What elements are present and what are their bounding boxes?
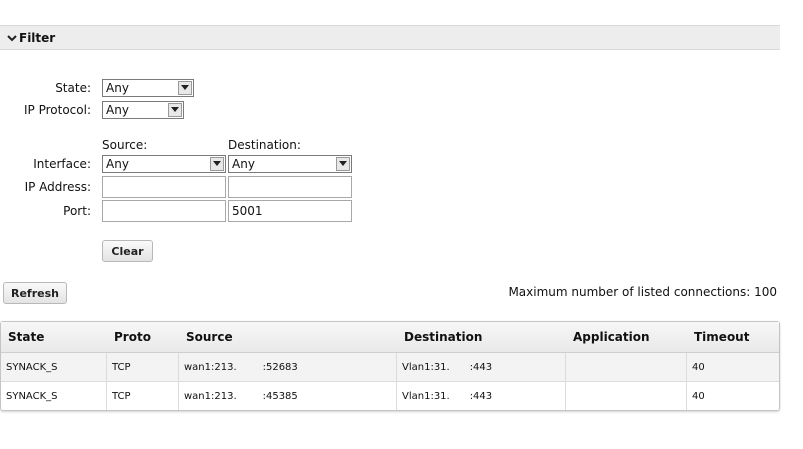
column-header-state[interactable]: State — [1, 322, 107, 352]
column-header-proto[interactable]: Proto — [107, 322, 179, 352]
source-port-input[interactable] — [102, 200, 226, 222]
column-header-application[interactable]: Application — [566, 322, 687, 352]
cell-source: wan1:213. :45385 — [179, 382, 397, 410]
dropdown-arrow-icon — [336, 157, 350, 171]
cell-timeout: 40 — [692, 390, 705, 402]
source-column-heading: Source: — [102, 138, 148, 152]
interface-label: Interface: — [33, 157, 91, 171]
cell-source: wan1:213. :52683 — [179, 353, 397, 381]
table-row[interactable]: SYNACK_S TCP wan1:213. :45385 Vlan1:31. … — [1, 382, 779, 410]
cell-proto: TCP — [107, 382, 179, 410]
source-ip-input[interactable] — [102, 176, 226, 198]
clear-button[interactable]: Clear — [102, 240, 153, 262]
cell-timeout: 40 — [692, 361, 705, 373]
table-header-row: State Proto Source Destination Applicati… — [1, 322, 779, 353]
table-row[interactable]: SYNACK_S TCP wan1:213. :52683 Vlan1:31. … — [1, 353, 779, 382]
cell-application — [566, 382, 687, 410]
dropdown-arrow-icon — [178, 81, 192, 95]
filter-title: Filter — [19, 30, 56, 45]
ip-protocol-select[interactable]: Any — [102, 101, 184, 119]
port-label: Port: — [63, 204, 91, 218]
cell-proto: TCP — [107, 353, 179, 381]
destination-interface-value: Any — [232, 157, 255, 171]
column-header-timeout[interactable]: Timeout — [687, 322, 779, 352]
state-select[interactable]: Any — [102, 79, 194, 97]
state-select-value: Any — [106, 81, 129, 95]
destination-interface-select[interactable]: Any — [228, 155, 352, 173]
dropdown-arrow-icon — [168, 103, 182, 117]
cell-state: SYNACK_S — [1, 382, 107, 410]
refresh-button[interactable]: Refresh — [3, 282, 67, 304]
ip-protocol-label: IP Protocol: — [24, 103, 91, 117]
chevron-down-icon — [7, 34, 17, 41]
connections-table: State Proto Source Destination Applicati… — [0, 321, 780, 411]
max-connections-note: Maximum number of listed connections: 10… — [508, 285, 777, 299]
destination-port-input[interactable]: 5001 — [228, 200, 352, 222]
cell-destination: Vlan1:31. :443 — [397, 382, 566, 410]
source-interface-select[interactable]: Any — [102, 155, 226, 173]
cell-application — [566, 353, 687, 381]
dropdown-arrow-icon — [210, 157, 224, 171]
filter-section-header[interactable]: Filter — [0, 25, 780, 50]
source-interface-value: Any — [106, 157, 129, 171]
cell-state: SYNACK_S — [1, 353, 107, 381]
ip-protocol-select-value: Any — [106, 103, 129, 117]
destination-column-heading: Destination: — [228, 138, 301, 152]
destination-ip-input[interactable] — [228, 176, 352, 198]
cell-destination: Vlan1:31. :443 — [397, 353, 566, 381]
column-header-destination[interactable]: Destination — [397, 322, 566, 352]
state-label: State: — [55, 81, 91, 95]
ip-address-label: IP Address: — [24, 180, 91, 194]
column-header-source[interactable]: Source — [179, 322, 397, 352]
